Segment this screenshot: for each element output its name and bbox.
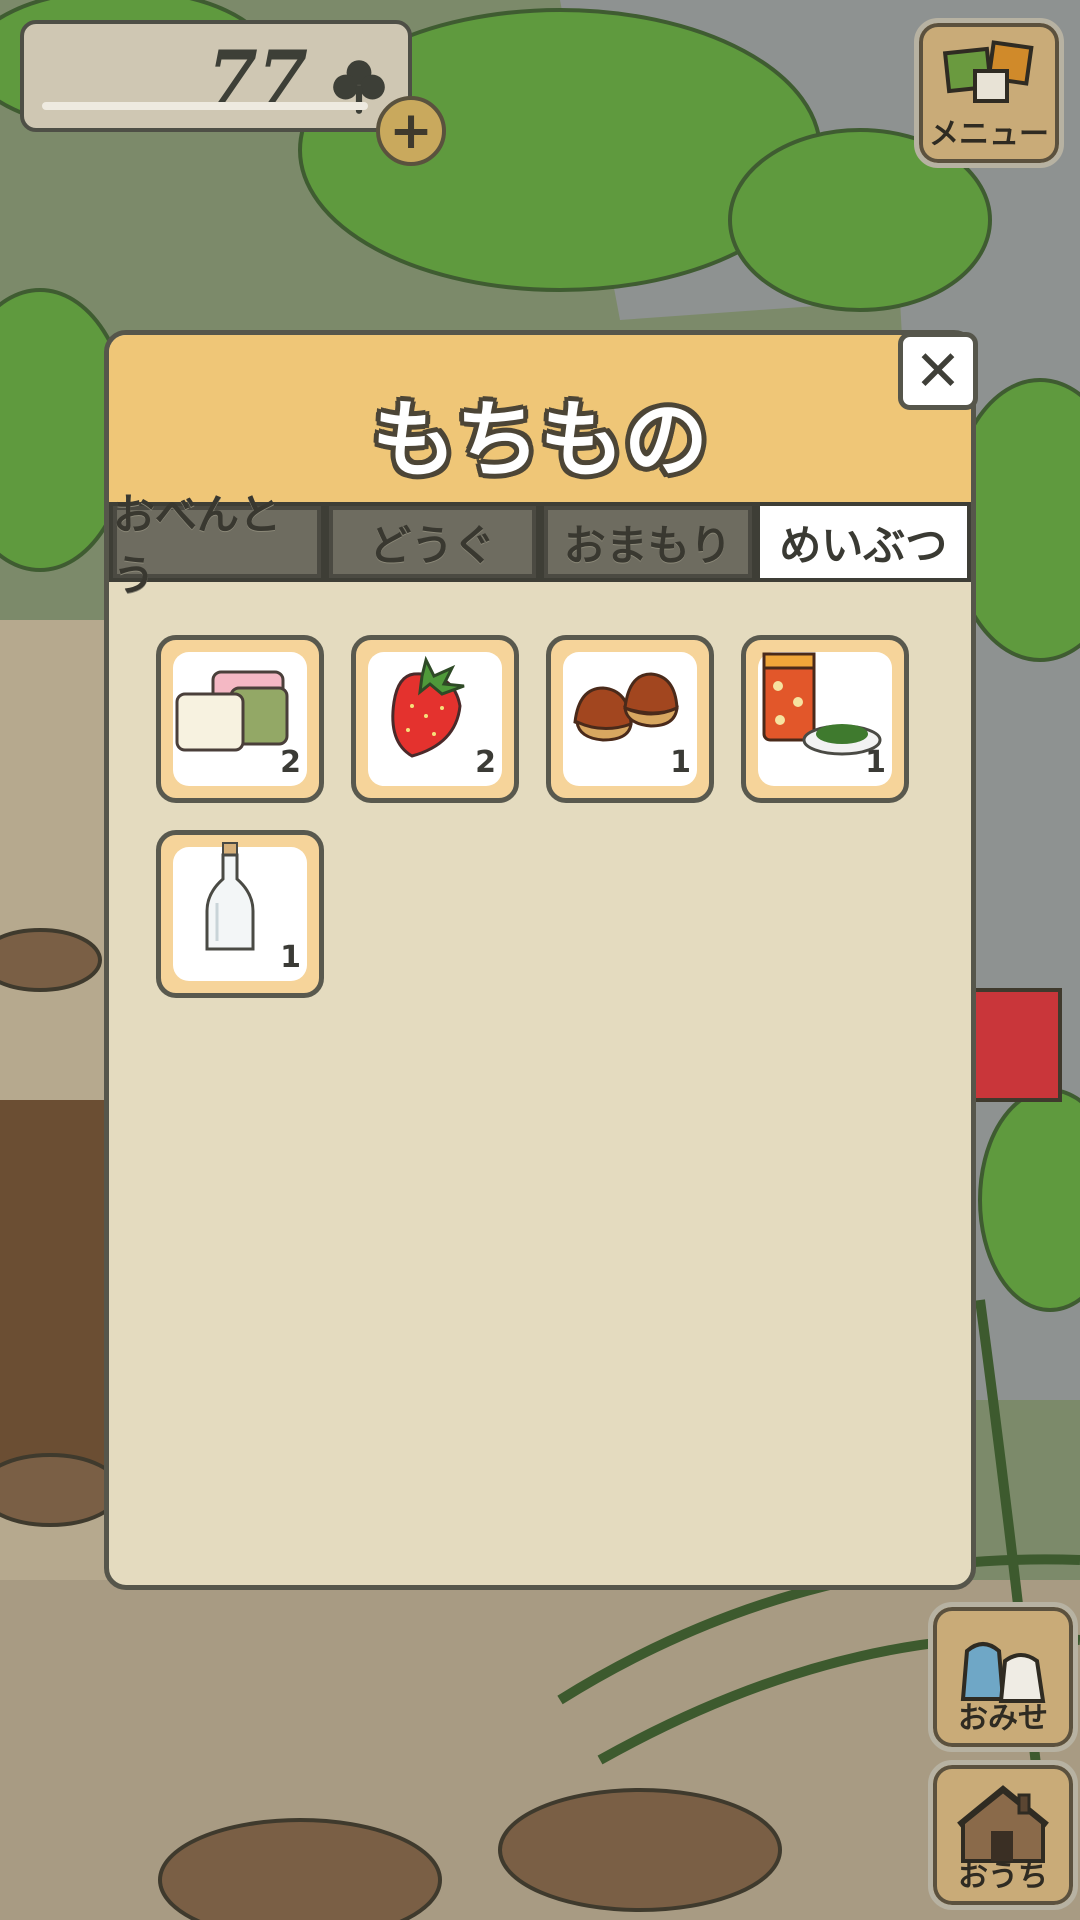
- tab-omamori[interactable]: おまもり: [540, 502, 756, 582]
- tab-meibutsu[interactable]: めいぶつ: [755, 502, 971, 582]
- item-quantity: 1: [670, 745, 691, 780]
- menu-button[interactable]: メニュー: [914, 18, 1064, 168]
- close-icon: ✕: [914, 338, 962, 404]
- tab-label: おまもり: [563, 520, 732, 570]
- shop-label: おみせ: [958, 1701, 1048, 1736]
- panel-title: もちもの: [371, 391, 708, 489]
- tab-label: めいぶつ: [779, 520, 948, 570]
- tricolor-mochi-icon: [175, 670, 289, 752]
- home-button[interactable]: おうち: [928, 1760, 1078, 1910]
- clover-counter: 77: [20, 20, 412, 132]
- add-clover-button[interactable]: +: [376, 96, 446, 166]
- item-slot-chestnuts[interactable]: 1: [546, 635, 714, 803]
- panel-header: もちもの: [109, 335, 971, 502]
- inventory-panel: もちもの おべんとう どうぐ おまもり めいぶつ 2 2 1 1 1: [104, 330, 976, 1590]
- inventory-tabs: おべんとう どうぐ おまもり めいぶつ: [109, 490, 971, 600]
- tab-label: どうぐ: [369, 520, 496, 570]
- strawberry-icon: [391, 655, 465, 758]
- item-slot-mochi[interactable]: 2: [156, 635, 324, 803]
- item-quantity: 2: [475, 745, 496, 780]
- item-slot-tea[interactable]: 1: [741, 635, 909, 803]
- tab-dougu[interactable]: どうぐ: [324, 502, 540, 582]
- shop-button[interactable]: おみせ: [928, 1602, 1078, 1752]
- item-quantity: 1: [865, 745, 886, 780]
- tea-canister-icon: [762, 652, 882, 756]
- item-quantity: 2: [280, 745, 301, 780]
- home-label: おうち: [958, 1859, 1048, 1894]
- item-slot-bottle[interactable]: 1: [156, 830, 324, 998]
- close-button[interactable]: ✕: [898, 332, 978, 410]
- chestnuts-icon: [573, 672, 679, 742]
- glass-bottle-icon: [205, 842, 255, 951]
- plus-icon: +: [389, 101, 433, 161]
- item-slot-strawberry[interactable]: 2: [351, 635, 519, 803]
- clover-bar-highlight: [42, 102, 368, 110]
- tab-obento[interactable]: おべんとう: [109, 490, 325, 600]
- tab-label: おべんとう: [113, 490, 282, 600]
- item-quantity: 1: [280, 940, 301, 975]
- menu-label: メニュー: [929, 117, 1049, 152]
